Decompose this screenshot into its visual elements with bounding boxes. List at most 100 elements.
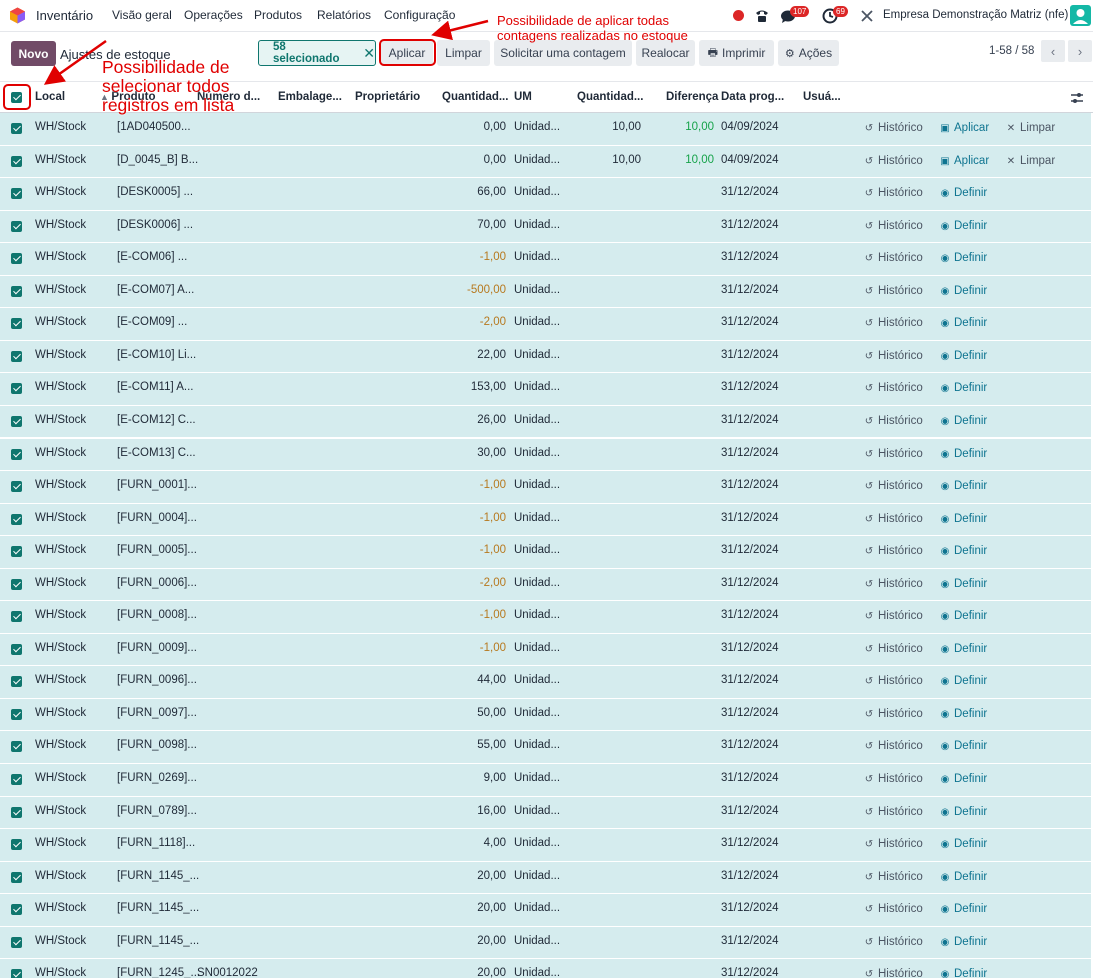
column-difference[interactable]: Diferença bbox=[666, 91, 718, 103]
menu-produtos[interactable]: Produtos bbox=[254, 8, 302, 22]
row-set-button[interactable]: ◉ Definir bbox=[940, 220, 988, 232]
new-button[interactable]: Novo bbox=[11, 41, 56, 66]
row-set-button[interactable]: ◉ Definir bbox=[940, 578, 988, 590]
row-set-button[interactable]: ◉ Definir bbox=[940, 708, 988, 720]
row-checkbox[interactable] bbox=[11, 513, 22, 525]
table-row[interactable]: WH/Stock [FURN_0096]... 44,00 Unidad... … bbox=[0, 666, 1091, 699]
row-checkbox[interactable] bbox=[11, 123, 22, 134]
print-button[interactable]: 🖶 Imprimir bbox=[699, 40, 774, 66]
row-checkbox[interactable] bbox=[11, 708, 22, 720]
row-set-button[interactable]: ◉ Definir bbox=[940, 806, 988, 818]
row-set-button[interactable]: ◉ Definir bbox=[940, 740, 988, 752]
row-checkbox[interactable] bbox=[11, 481, 22, 493]
column-uom[interactable]: UM bbox=[514, 91, 532, 103]
row-checkbox[interactable] bbox=[11, 643, 22, 655]
cell-counted-quantity[interactable]: 10,00 bbox=[580, 154, 641, 166]
row-set-button[interactable]: ◉ Definir bbox=[940, 643, 988, 655]
row-checkbox[interactable] bbox=[11, 155, 22, 167]
history-button[interactable]: ↺ Histórico bbox=[864, 480, 923, 492]
table-row[interactable]: WH/Stock [FURN_1145_... 20,00 Unidad... … bbox=[0, 926, 1091, 960]
row-set-button[interactable]: ◉ Definir bbox=[940, 773, 988, 785]
row-clear-button[interactable]: ✕ Limpar bbox=[1006, 155, 1055, 167]
menu-configuracao[interactable]: Configuração bbox=[384, 8, 455, 22]
column-local[interactable]: Local bbox=[35, 91, 65, 103]
relocate-button[interactable]: Realocar bbox=[636, 40, 695, 66]
status-dot-icon[interactable] bbox=[733, 10, 744, 21]
row-set-button[interactable]: ◉ Definir bbox=[940, 513, 988, 525]
column-counted-quantity[interactable]: Quantidad... bbox=[577, 91, 643, 103]
history-button[interactable]: ↺ Histórico bbox=[864, 187, 923, 199]
row-checkbox[interactable] bbox=[11, 774, 22, 785]
tools-icon[interactable] bbox=[859, 8, 875, 24]
row-set-button[interactable]: ◉ Definir bbox=[940, 545, 988, 557]
app-name[interactable]: Inventário bbox=[36, 8, 93, 23]
row-checkbox[interactable] bbox=[11, 904, 22, 916]
row-checkbox[interactable] bbox=[11, 285, 22, 297]
row-set-button[interactable]: ◉ Definir bbox=[940, 968, 988, 978]
row-set-button[interactable]: ◉ Definir bbox=[940, 187, 988, 199]
history-button[interactable]: ↺ Histórico bbox=[864, 350, 923, 362]
history-button[interactable]: ↺ Histórico bbox=[864, 740, 923, 752]
table-row[interactable]: WH/Stock [FURN_0269]... 9,00 Unidad... 3… bbox=[0, 764, 1091, 797]
table-row[interactable]: WH/Stock [E-COM11] A... 153,00 Unidad...… bbox=[0, 373, 1091, 406]
table-row[interactable]: WH/Stock [FURN_0097]... 50,00 Unidad... … bbox=[0, 698, 1091, 732]
row-checkbox[interactable] bbox=[11, 741, 22, 753]
table-row[interactable]: WH/Stock [FURN_0789]... 16,00 Unidad... … bbox=[0, 796, 1091, 830]
optional-columns-icon[interactable] bbox=[1070, 91, 1084, 105]
history-button[interactable]: ↺ Histórico bbox=[864, 675, 923, 687]
history-button[interactable]: ↺ Histórico bbox=[864, 773, 923, 785]
table-row[interactable]: WH/Stock [FURN_0004]... -1,00 Unidad... … bbox=[0, 503, 1091, 537]
history-button[interactable]: ↺ Histórico bbox=[864, 903, 923, 915]
row-checkbox[interactable] bbox=[11, 318, 22, 330]
menu-operacoes[interactable]: Operações bbox=[184, 8, 243, 22]
company-switcher[interactable]: Empresa Demonstração Matriz (nfe) bbox=[883, 9, 1068, 21]
pager-value[interactable]: 1-58 / 58 bbox=[989, 45, 1034, 57]
table-row[interactable]: WH/Stock [E-COM10] Li... 22,00 Unidad...… bbox=[0, 340, 1091, 374]
row-checkbox[interactable] bbox=[11, 383, 22, 395]
history-button[interactable]: ↺ Histórico bbox=[864, 317, 923, 329]
clear-all-button[interactable]: Limpar bbox=[437, 40, 490, 66]
table-row[interactable]: WH/Stock [D_0045_B] B... 0,00 Unidad... … bbox=[0, 145, 1091, 179]
row-checkbox[interactable] bbox=[11, 546, 22, 558]
table-row[interactable]: WH/Stock [FURN_1245_... SN0012022 20,00 … bbox=[0, 959, 1091, 978]
row-clear-button[interactable]: ✕ Limpar bbox=[1006, 122, 1055, 134]
history-button[interactable]: ↺ Histórico bbox=[864, 122, 923, 134]
history-button[interactable]: ↺ Histórico bbox=[864, 285, 923, 297]
row-checkbox[interactable] bbox=[11, 871, 22, 883]
table-row[interactable]: WH/Stock [E-COM06] ... -1,00 Unidad... 3… bbox=[0, 243, 1091, 276]
row-checkbox[interactable] bbox=[11, 253, 22, 265]
row-set-button[interactable]: ◉ Definir bbox=[940, 610, 988, 622]
table-row[interactable]: WH/Stock [FURN_1118]... 4,00 Unidad... 3… bbox=[0, 829, 1091, 862]
menu-relatorios[interactable]: Relatórios bbox=[317, 8, 371, 22]
table-row[interactable]: WH/Stock [DESK0005] ... 66,00 Unidad... … bbox=[0, 178, 1091, 211]
row-checkbox[interactable] bbox=[11, 806, 22, 818]
history-button[interactable]: ↺ Histórico bbox=[864, 806, 923, 818]
history-button[interactable]: ↺ Histórico bbox=[864, 708, 923, 720]
table-row[interactable]: WH/Stock [1AD040500... 0,00 Unidad... 10… bbox=[0, 113, 1091, 146]
history-button[interactable]: ↺ Histórico bbox=[864, 220, 923, 232]
pager-previous-icon[interactable]: ‹ bbox=[1041, 40, 1065, 62]
row-set-button[interactable]: ◉ Definir bbox=[940, 252, 988, 264]
history-button[interactable]: ↺ Histórico bbox=[864, 513, 923, 525]
row-checkbox[interactable] bbox=[11, 448, 22, 460]
history-button[interactable]: ↺ Histórico bbox=[864, 610, 923, 622]
phone-icon[interactable] bbox=[754, 8, 770, 24]
row-checkbox[interactable] bbox=[11, 936, 22, 948]
row-checkbox[interactable] bbox=[11, 839, 22, 851]
column-owner[interactable]: Proprietário bbox=[355, 91, 420, 103]
column-quantity[interactable]: Quantidad... bbox=[442, 91, 508, 103]
history-button[interactable]: ↺ Histórico bbox=[864, 252, 923, 264]
column-package[interactable]: Embalage... bbox=[278, 91, 342, 103]
row-checkbox[interactable] bbox=[11, 611, 22, 623]
row-set-button[interactable]: ◉ Definir bbox=[940, 871, 988, 883]
history-button[interactable]: ↺ Histórico bbox=[864, 382, 923, 394]
row-checkbox[interactable] bbox=[11, 676, 22, 688]
row-set-button[interactable]: ◉ Definir bbox=[940, 350, 988, 362]
table-row[interactable]: WH/Stock [E-COM13] C... 30,00 Unidad... … bbox=[0, 438, 1091, 471]
table-row[interactable]: WH/Stock [FURN_1145_... 20,00 Unidad... … bbox=[0, 861, 1091, 895]
column-user[interactable]: Usuá... bbox=[803, 91, 841, 103]
row-set-button[interactable]: ◉ Definir bbox=[940, 285, 988, 297]
table-row[interactable]: WH/Stock [FURN_0009]... -1,00 Unidad... … bbox=[0, 633, 1091, 667]
request-count-button[interactable]: Solicitar uma contagem bbox=[494, 40, 632, 66]
actions-button[interactable]: ⚙ Ações bbox=[778, 40, 839, 66]
